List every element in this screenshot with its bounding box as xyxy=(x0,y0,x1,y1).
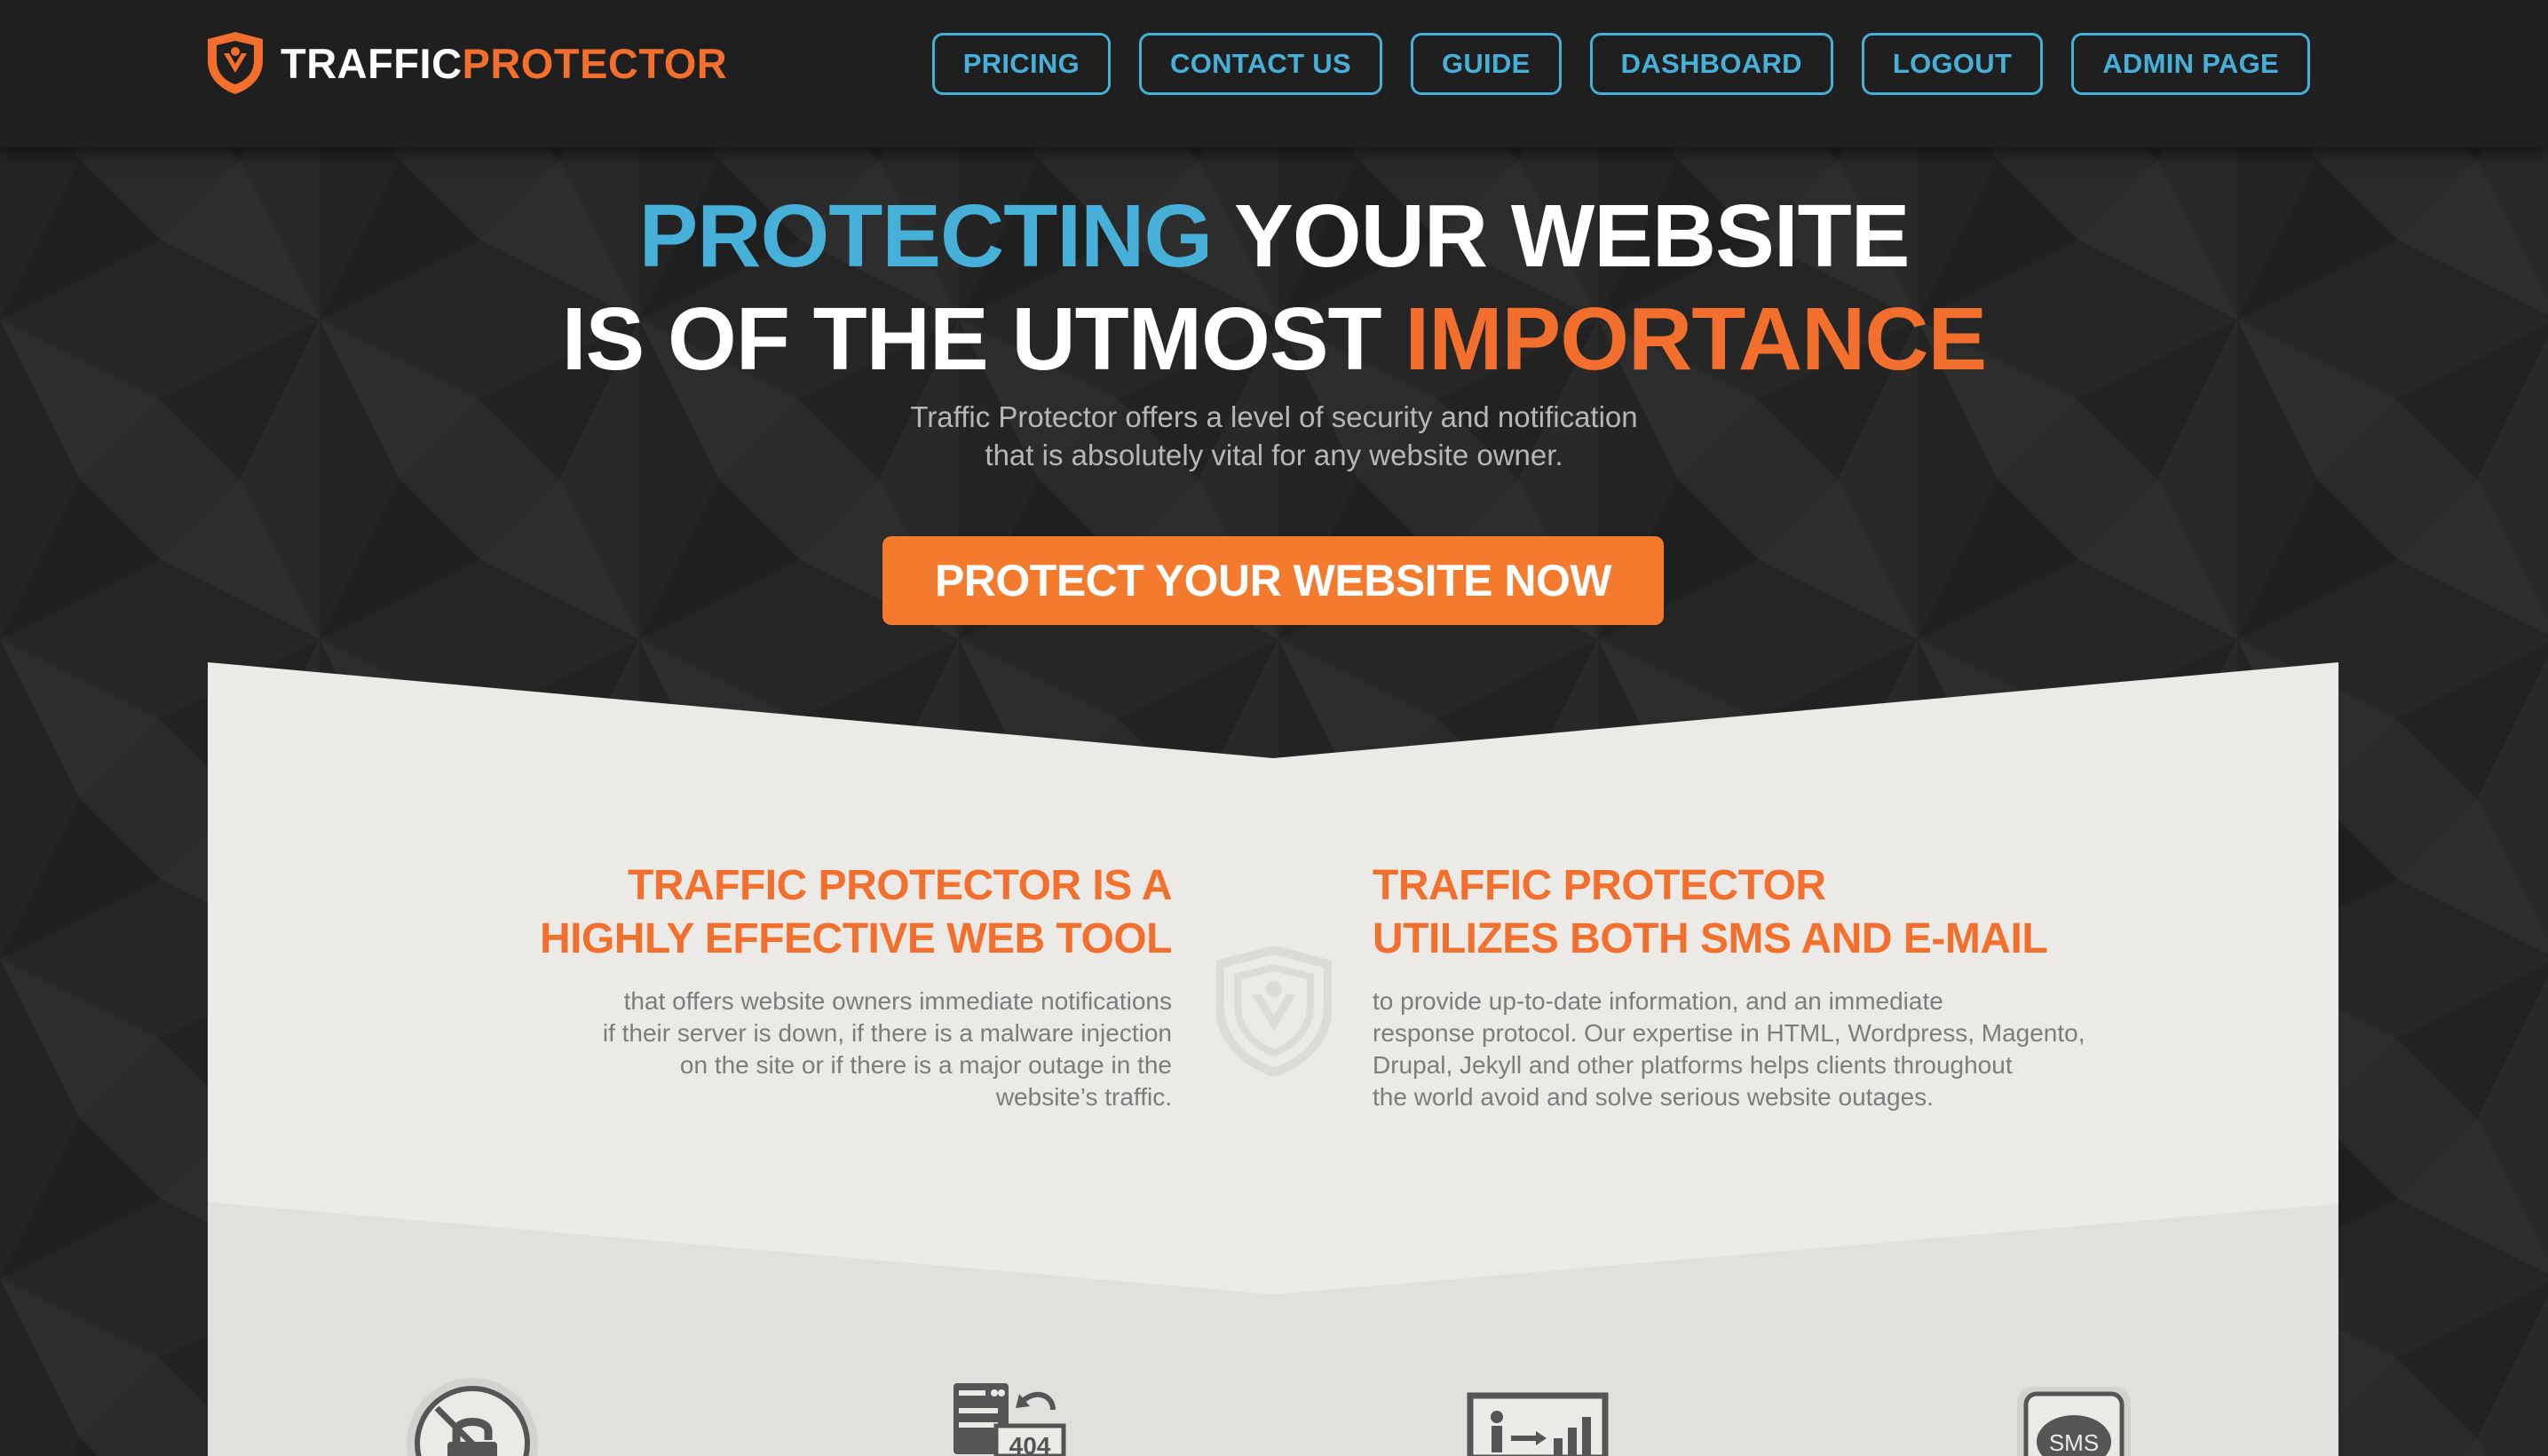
hero-subtitle-line2: that is absolutely vital for any website… xyxy=(985,439,1563,471)
hero-title: PROTECTING YOUR WEBSITE IS OF THE UTMOST… xyxy=(0,185,2548,391)
feature-web-tool: TRAFFIC PROTECTOR IS A HIGHLY EFFECTIVE … xyxy=(320,859,1173,1113)
brand-logo[interactable]: TRAFFICPROTECTOR xyxy=(206,28,727,98)
main-nav: PRICING CONTACT US GUIDE DASHBOARD LOGOU… xyxy=(931,33,2310,95)
nav-admin-page-button[interactable]: ADMIN PAGE xyxy=(2071,33,2310,95)
feature-sms-email-text-line3: Drupal, Jekyll and other platforms helps… xyxy=(1373,1051,2013,1079)
feature-sms-email-text-line2: response protocol. Our expertise in HTML… xyxy=(1373,1019,2085,1047)
feature-web-tool-text-line1: that offers website owners immediate not… xyxy=(623,987,1172,1015)
brand-name-part1: TRAFFIC xyxy=(281,39,463,87)
feature-web-tool-title: TRAFFIC PROTECTOR IS A HIGHLY EFFECTIVE … xyxy=(320,859,1173,966)
nav-guide-button[interactable]: GUIDE xyxy=(1410,33,1562,95)
nav-logout-button[interactable]: LOGOUT xyxy=(1861,33,2044,95)
nav-pricing-button[interactable]: PRICING xyxy=(931,33,1112,95)
feature-sms-email-text-line1: to provide up-to-date information, and a… xyxy=(1373,987,1943,1015)
hero-title-line1-rest: YOUR WEBSITE xyxy=(1212,186,1910,286)
feature-sms-email-text-line4: the world avoid and solve serious websit… xyxy=(1373,1083,1934,1111)
hero-title-highlight-2: IMPORTANCE xyxy=(1405,289,1987,389)
server-404-label: 404 xyxy=(1009,1432,1051,1456)
hero-subtitle-line1: Traffic Protector offers a level of secu… xyxy=(910,400,1638,433)
hero-title-highlight-1: PROTECTING xyxy=(638,186,1214,286)
features-panel: TRAFFIC PROTECTOR IS A HIGHLY EFFECTIVE … xyxy=(208,662,2338,1456)
center-shield-icon xyxy=(1216,946,1332,1076)
feature-web-tool-title-line2: HIGHLY EFFECTIVE WEB TOOL xyxy=(539,915,1173,962)
brand-name-part2: PROTECTOR xyxy=(462,39,728,87)
page: TRAFFICPROTECTOR PRICING CONTACT US GUID… xyxy=(0,0,2548,1456)
feature-web-tool-text-line4: website’s traffic. xyxy=(995,1083,1172,1111)
feature-sms-email-title: TRAFFIC PROTECTOR UTILIZES BOTH SMS AND … xyxy=(1373,859,2225,966)
feature-web-tool-text: that offers website owners immediate not… xyxy=(320,985,1172,1113)
server-404-icon: 404 xyxy=(954,1383,1066,1456)
sms-icon: SMS xyxy=(2017,1387,2131,1456)
nav-contact-us-button[interactable]: CONTACT US xyxy=(1139,33,1382,95)
feature-web-tool-title-line1: TRAFFIC PROTECTOR IS A xyxy=(628,862,1173,909)
shield-logo-icon xyxy=(208,32,263,94)
no-malware-lock-icon xyxy=(407,1378,538,1456)
hero-title-line2-rest: IS OF THE UTMOST xyxy=(561,289,1405,389)
nav-dashboard-button[interactable]: DASHBOARD xyxy=(1589,33,1833,95)
brand-name: TRAFFICPROTECTOR xyxy=(281,43,727,84)
traffic-chart-icon xyxy=(1467,1392,1609,1456)
feature-web-tool-text-line3: on the site or if there is a major outag… xyxy=(679,1051,1172,1079)
protect-website-cta-button[interactable]: PROTECT YOUR WEBSITE NOW xyxy=(882,536,1664,625)
feature-web-tool-text-line2: if their server is down, if there is a m… xyxy=(602,1019,1172,1047)
site-header: TRAFFICPROTECTOR PRICING CONTACT US GUID… xyxy=(0,0,2548,147)
feature-sms-email-title-line1: TRAFFIC PROTECTOR xyxy=(1373,862,1826,909)
feature-sms-email-text: to provide up-to-date information, and a… xyxy=(1373,985,2225,1113)
hero-subtitle: Traffic Protector offers a level of secu… xyxy=(0,398,2548,474)
feature-sms-email: TRAFFIC PROTECTOR UTILIZES BOTH SMS AND … xyxy=(1373,859,2225,1113)
feature-sms-email-title-line2: UTILIZES BOTH SMS AND E-MAIL xyxy=(1373,915,2048,962)
sms-label: SMS xyxy=(2049,1429,2099,1456)
